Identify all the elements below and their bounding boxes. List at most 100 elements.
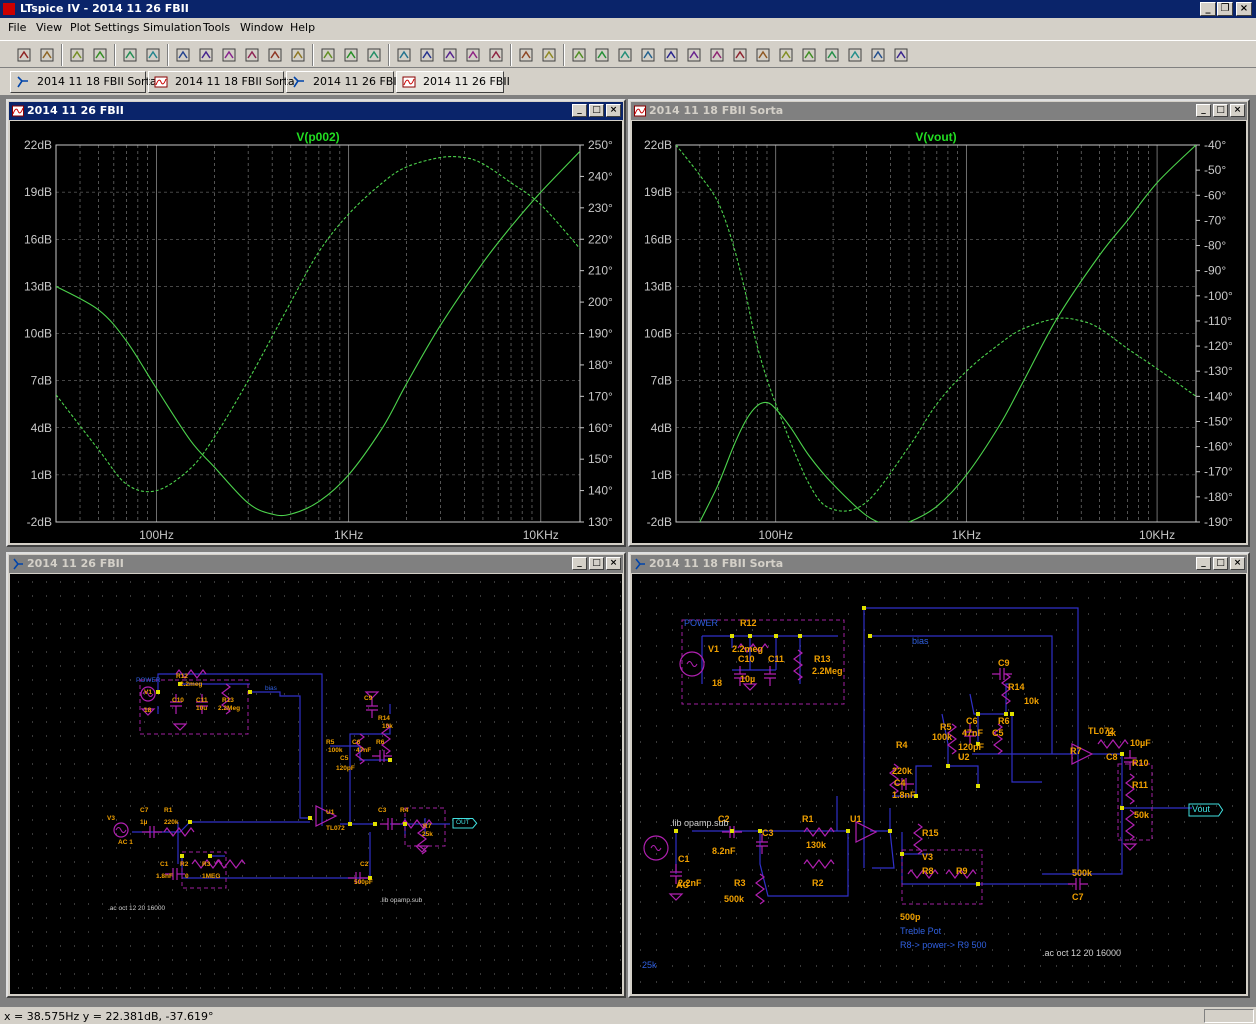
- schematic-label[interactable]: 500k: [724, 894, 745, 904]
- schematic-label[interactable]: 500k: [1072, 868, 1093, 878]
- resistor-symbol[interactable]: [793, 649, 803, 681]
- bode-plot-vp002[interactable]: 22dB 19dB 16dB 13dB 10dB 7dB 4dB 1dB -2dB 250° 240…: [10, 121, 622, 543]
- resistor-symbol[interactable]: [803, 827, 835, 837]
- window-maximize-button[interactable]: □: [1213, 104, 1228, 117]
- window-minimize-button[interactable]: _: [1196, 104, 1211, 117]
- text-icon[interactable]: [868, 45, 888, 65]
- schematic-label[interactable]: 130k: [806, 840, 827, 850]
- schematic-window-title-bar[interactable]: 2014 11 26 FBII _ □ ×: [9, 555, 623, 573]
- schematic-label[interactable]: AC: [676, 880, 689, 890]
- schematic-label[interactable]: C8: [1106, 752, 1118, 762]
- window-maximize-button[interactable]: □: [589, 104, 604, 117]
- drag-icon[interactable]: [753, 45, 773, 65]
- restore-button[interactable]: ❐: [1217, 2, 1233, 16]
- schematic-label[interactable]: C11: [768, 654, 784, 664]
- schematic-label[interactable]: R2: [180, 861, 189, 868]
- schematic-label[interactable]: 10k: [1024, 696, 1040, 706]
- schematic-label[interactable]: bias: [912, 636, 929, 646]
- schematic-label[interactable]: 100k: [932, 732, 953, 742]
- opamp-symbol[interactable]: [855, 821, 878, 843]
- tab-schematic-sorta[interactable]: 2014 11 18 FBII Sorta: [10, 71, 157, 93]
- schematic-label[interactable]: C6: [352, 739, 361, 746]
- window-close-button[interactable]: ×: [606, 104, 621, 117]
- schematic-label[interactable]: C9: [364, 695, 373, 702]
- schematic-label[interactable]: R12: [176, 673, 188, 680]
- autorange-icon[interactable]: [265, 45, 285, 65]
- schematic-label[interactable]: C5: [340, 755, 349, 762]
- resistor-symbol[interactable]: [214, 859, 246, 869]
- schematic-label[interactable]: POWER: [136, 677, 161, 684]
- schematic-label[interactable]: C7: [140, 807, 149, 814]
- move-icon[interactable]: [730, 45, 750, 65]
- schematic-label[interactable]: R12: [740, 618, 757, 628]
- schematic-label[interactable]: 47nF: [356, 747, 371, 754]
- schematic-window-fbii[interactable]: 2014 11 26 FBII _ □ × POWER R12 V1 2.2meg C1…: [6, 552, 626, 998]
- window-close-button[interactable]: ×: [1230, 104, 1245, 117]
- tab-schematic-fbii[interactable]: 2014 11 26 FBII: [286, 71, 400, 93]
- schematic-label[interactable]: R4: [896, 740, 908, 750]
- schematic-label[interactable]: .ac oct 12 20 16000: [1042, 948, 1121, 958]
- schematic-label[interactable]: 2.2Meg: [812, 666, 843, 676]
- window-minimize-button[interactable]: _: [572, 104, 587, 117]
- schematic-label[interactable]: R1: [802, 814, 814, 824]
- schematic-label[interactable]: C9: [998, 658, 1010, 668]
- schematic-label[interactable]: 500p: [900, 912, 921, 922]
- schematic-label[interactable]: C3: [378, 807, 387, 814]
- schematic-label[interactable]: 2.2meg: [180, 681, 202, 688]
- schematic-label[interactable]: Treble Pot: [900, 926, 942, 936]
- schematic-label[interactable]: R8-> power-> R9 500: [900, 940, 987, 950]
- schematic-label[interactable]: R6: [376, 739, 385, 746]
- schematic-label[interactable]: 120pF: [336, 765, 355, 772]
- window-maximize-button[interactable]: □: [1213, 557, 1228, 570]
- spice-directive-icon[interactable]: [891, 45, 911, 65]
- schematic-label[interactable]: V3: [922, 852, 933, 862]
- schematic-label[interactable]: R9: [956, 866, 968, 876]
- schematic-label[interactable]: 1µ: [140, 819, 148, 826]
- close-button[interactable]: ×: [1236, 2, 1252, 16]
- schematic-label[interactable]: 0: [185, 873, 189, 880]
- window-maximize-button[interactable]: □: [589, 557, 604, 570]
- schematic-label[interactable]: .ac oct 12 20 16000: [108, 905, 165, 912]
- schematic-label[interactable]: R3: [202, 861, 211, 868]
- plot-window-fbii[interactable]: 2014 11 26 FBII _ □ × 22dB 19dB 16dB 13dB 10…: [6, 99, 626, 547]
- menu-tools[interactable]: Tools: [203, 21, 230, 34]
- schematic-label[interactable]: C10: [172, 697, 184, 704]
- schematic-label[interactable]: C3: [762, 828, 774, 838]
- schematic-label[interactable]: 500pF: [354, 879, 373, 886]
- schematic-label[interactable]: U1: [326, 809, 335, 816]
- schematic-label[interactable]: 25k: [642, 960, 657, 970]
- schematic-label[interactable]: C2: [360, 861, 369, 868]
- save-icon[interactable]: [67, 45, 87, 65]
- schematic-window-title-bar[interactable]: 2014 11 18 FBII Sorta _ □ ×: [631, 555, 1247, 573]
- open-icon[interactable]: [37, 45, 57, 65]
- menu-file[interactable]: File: [8, 21, 26, 34]
- schematic-label[interactable]: V1: [708, 644, 719, 654]
- plot-pane[interactable]: 22dB 19dB 16dB 13dB 10dB 7dB 4dB 1dB -2dB 250° 240…: [10, 121, 622, 543]
- schematic-label[interactable]: R5: [940, 722, 952, 732]
- schematic-label[interactable]: 10µF: [1130, 738, 1151, 748]
- redo-icon[interactable]: [799, 45, 819, 65]
- schematic-label[interactable]: R8: [922, 866, 934, 876]
- schematic-label[interactable]: Vout: [1192, 804, 1211, 814]
- menu-help[interactable]: Help: [290, 21, 315, 34]
- zoom-in-icon[interactable]: [173, 45, 193, 65]
- full-range-icon[interactable]: [288, 45, 308, 65]
- rotate-icon[interactable]: [822, 45, 842, 65]
- window-close-button[interactable]: ×: [606, 557, 621, 570]
- schematic-label[interactable]: R13: [222, 697, 234, 704]
- schematic-label[interactable]: R1: [164, 807, 173, 814]
- tab-waveform-sorta[interactable]: 2014 11 18 FBII Sorta: [148, 71, 295, 93]
- bode-plot-vout[interactable]: 22dB 19dB 16dB 13dB 10dB 7dB 4dB 1dB -2dB -40° -50…: [632, 121, 1246, 543]
- schematic-label[interactable]: 1k: [1106, 728, 1117, 738]
- schematic-label[interactable]: U2: [958, 752, 970, 762]
- ground-symbol[interactable]: [668, 893, 684, 901]
- schematic-label[interactable]: 220k: [892, 766, 913, 776]
- schematic-label[interactable]: .lib opamp.sub: [380, 897, 423, 904]
- menu-plot-settings[interactable]: Plot Settings: [70, 21, 139, 34]
- schematic-label[interactable]: C1: [160, 861, 169, 868]
- schematic-label[interactable]: 2.2meg: [732, 644, 763, 654]
- schematic-canvas[interactable]: POWER R12 V1 2.2meg C10 C11 R13 10u 2.2Meg 18 bias…: [10, 574, 622, 994]
- run-icon[interactable]: [120, 45, 140, 65]
- schematic-label[interactable]: R14: [378, 715, 390, 722]
- plot-window-title-bar[interactable]: 2014 11 26 FBII _ □ ×: [9, 102, 623, 120]
